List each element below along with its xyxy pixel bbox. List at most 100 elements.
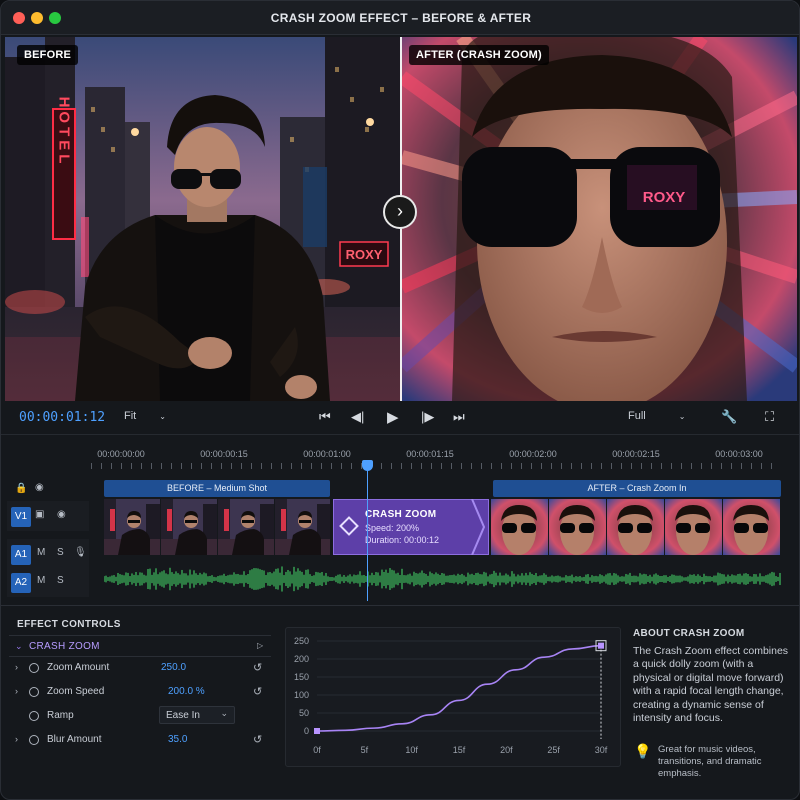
before-label: BEFORE [17, 45, 79, 65]
clip-after-label[interactable]: AFTER – Crash Zoom In [493, 480, 781, 497]
y-tick-label: 200 [294, 654, 309, 664]
ruler-label: 00:00:00:15 [200, 449, 248, 459]
stopwatch-icon[interactable] [29, 735, 39, 745]
wrench-icon[interactable]: 🔧 [721, 409, 737, 425]
before-thumbnail-strip [104, 499, 330, 555]
ruler-label: 00:00:01:00 [303, 449, 351, 459]
track-header-a2: A2 M S [7, 567, 89, 597]
audio-waveform-a1[interactable] [104, 563, 781, 595]
solo-button[interactable]: S [57, 575, 64, 586]
quality-select[interactable]: Full ⌄ [628, 410, 686, 422]
time-ruler[interactable]: 00:00:00:00 00:00:00:15 00:00:01:00 00:0… [91, 441, 791, 469]
track-a2-label[interactable]: A2 [11, 573, 31, 593]
before-frame-image: HOTEL ROXY [5, 37, 400, 401]
param-name: Blur Amount [47, 734, 102, 745]
reflected-sign-roxy: ROXY [643, 189, 686, 206]
neon-sign-hotel: HOTEL [56, 97, 73, 168]
param-zoom-speed: › Zoom Speed 200.0 % ↺ [9, 681, 271, 703]
solo-button[interactable]: S [57, 547, 64, 558]
clip-before-thumbnails[interactable] [104, 499, 330, 555]
y-tick-label: 150 [294, 672, 309, 682]
x-tick-label: 30f [595, 745, 608, 755]
stopwatch-icon[interactable] [29, 687, 39, 697]
window-title: CRASH ZOOM EFFECT – BEFORE & AFTER [270, 11, 532, 25]
step-back-icon[interactable]: ◀| [351, 409, 364, 425]
track-header-labels: 🔒 ◉ [7, 479, 89, 499]
x-tick-label: 25f [547, 745, 560, 755]
reset-icon[interactable]: ↺ [253, 733, 262, 746]
quality-select-value: Full [628, 410, 646, 422]
ruler-label: 00:00:02:15 [612, 449, 660, 459]
go-to-end-icon[interactable]: ⏭ [453, 409, 465, 425]
param-name: Zoom Speed [47, 686, 105, 697]
chevron-right-icon[interactable]: › [15, 686, 18, 696]
chevron-right-icon[interactable]: › [15, 734, 18, 744]
y-tick-label: 100 [294, 690, 309, 700]
chevron-down-icon[interactable]: ⌄ [15, 641, 23, 652]
chevron-right-icon[interactable]: › [383, 195, 417, 229]
playhead-handle[interactable] [362, 460, 373, 471]
param-zoom-amount: › Zoom Amount 250.0 ↺ [9, 657, 271, 679]
expand-right-icon[interactable]: ▷ [257, 641, 263, 650]
camera-icon[interactable]: ▣ [35, 509, 44, 520]
eye-icon[interactable]: ◉ [57, 509, 66, 520]
program-monitor[interactable]: HOTEL ROXY ROXY BEFORE AFTER (CRASH ZOOM… [5, 37, 797, 401]
chevron-down-icon: ⌄ [159, 412, 166, 421]
ruler-label: 00:00:02:00 [509, 449, 557, 459]
ramp-select-value: Ease In [166, 710, 200, 721]
clip-after-thumbnails[interactable] [491, 499, 781, 555]
after-preview: ROXY [402, 37, 797, 401]
reset-icon[interactable]: ↺ [253, 661, 262, 674]
after-frame-image: ROXY [402, 37, 797, 401]
track-v1-label[interactable]: V1 [11, 507, 31, 527]
y-tick-label: 250 [294, 636, 309, 646]
x-tick-label: 15f [453, 745, 466, 755]
track-header-v1: V1 ▣ ◉ [7, 501, 89, 531]
zoom-speed-value[interactable]: 200.0 % [168, 686, 205, 697]
before-preview: HOTEL ROXY [5, 37, 400, 401]
effect-clip-title: CRASH ZOOM [365, 509, 437, 520]
go-to-start-icon[interactable]: ⏮ [319, 409, 331, 425]
keyframe-graph[interactable]: 250 200 150 100 50 0 0f 5f 10f 15f 20f 25f 30f [285, 627, 621, 767]
track-header-a1: A1 M S 🎙 [7, 539, 89, 569]
mute-button[interactable]: M [37, 575, 45, 586]
mute-button[interactable]: M [37, 547, 45, 558]
step-forward-icon[interactable]: |▶ [421, 409, 434, 425]
chevron-right-icon[interactable]: › [15, 662, 18, 672]
stopwatch-icon[interactable] [29, 663, 39, 673]
x-tick-label: 10f [405, 745, 418, 755]
transition-chevron-icon [471, 499, 486, 555]
neon-sign-roxy: ROXY [346, 247, 383, 262]
reset-icon[interactable]: ↺ [253, 685, 262, 698]
fit-select[interactable]: Fit ⌄ [124, 410, 166, 422]
x-tick-label: 5f [361, 745, 369, 755]
about-tip: Great for music videos, transitions, and… [658, 744, 762, 779]
param-name: Ramp [47, 710, 74, 721]
panel-divider [1, 605, 799, 606]
clip-before-label[interactable]: BEFORE – Medium Shot [104, 480, 330, 497]
eye-icon[interactable]: ◉ [35, 482, 44, 493]
after-thumbnail-strip [491, 499, 780, 555]
x-tick-label: 20f [500, 745, 513, 755]
param-name: Zoom Amount [47, 662, 110, 673]
ruler-label: 00:00:03:00 [715, 449, 763, 459]
track-a1-label[interactable]: A1 [11, 545, 31, 565]
ruler-ticks [91, 463, 781, 469]
lock-icon[interactable]: 🔒 [15, 483, 27, 494]
microphone-icon[interactable]: 🎙 [74, 547, 87, 558]
after-label: AFTER (CRASH ZOOM) [409, 45, 549, 65]
keyframe-point [598, 642, 604, 649]
current-timecode[interactable]: 00:00:01:12 [19, 410, 105, 425]
ramp-select[interactable]: Ease In ⌄ [159, 706, 235, 724]
fit-select-value: Fit [124, 410, 137, 422]
playhead-line [367, 467, 368, 601]
fullscreen-icon[interactable]: ⛶ [765, 409, 774, 425]
play-icon[interactable]: ▶ [387, 408, 399, 426]
crash-zoom-effect-clip[interactable]: CRASH ZOOM Speed: 200% Duration: 00:00:1… [333, 499, 489, 555]
effect-header-row[interactable]: ⌄ CRASH ZOOM ▷ [9, 635, 271, 657]
blur-amount-value[interactable]: 35.0 [168, 734, 187, 745]
effect-clip-speed: Speed: 200% [365, 523, 420, 533]
zoom-amount-value[interactable]: 250.0 [161, 662, 186, 673]
stopwatch-icon[interactable] [29, 711, 39, 721]
param-blur-amount: › Blur Amount 35.0 ↺ [9, 729, 271, 751]
